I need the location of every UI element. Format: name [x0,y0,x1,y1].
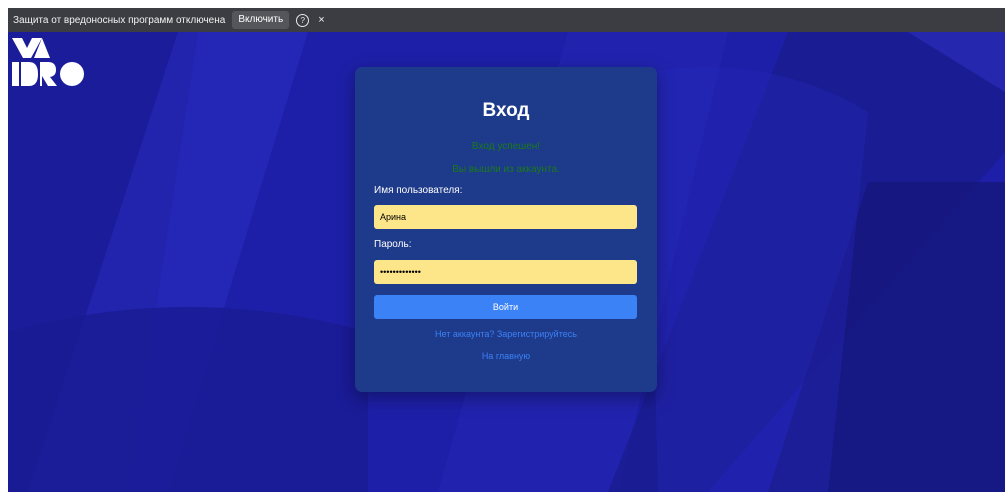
login-page: Вход Вход успешен! Вы вышли из аккаунта.… [8,32,1005,492]
close-icon[interactable]: × [318,14,324,26]
register-link[interactable]: Нет аккаунта? Зарегистрируйтесь [355,329,657,339]
yadro-logo [12,38,84,86]
login-card: Вход Вход успешен! Вы вышли из аккаунта.… [355,67,657,392]
username-label: Имя пользователя: [374,185,463,196]
enable-protection-button[interactable]: Включить [232,11,290,29]
login-button[interactable]: Войти [374,295,637,319]
security-warning-bar: Защита от вредоносных программ отключена… [8,8,1005,32]
browser-viewport: Защита от вредоносных программ отключена… [8,8,1005,492]
page-title: Вход [482,100,530,121]
password-input[interactable] [374,260,637,284]
security-warning-text: Защита от вредоносных программ отключена [13,14,226,26]
home-link[interactable]: На главную [355,351,657,361]
success-message: Вход успешен! [471,141,541,152]
password-label: Пароль: [374,239,412,250]
logout-message: Вы вышли из аккаунта. [452,164,560,175]
help-icon[interactable]: ? [296,13,310,27]
username-input[interactable] [374,205,637,229]
